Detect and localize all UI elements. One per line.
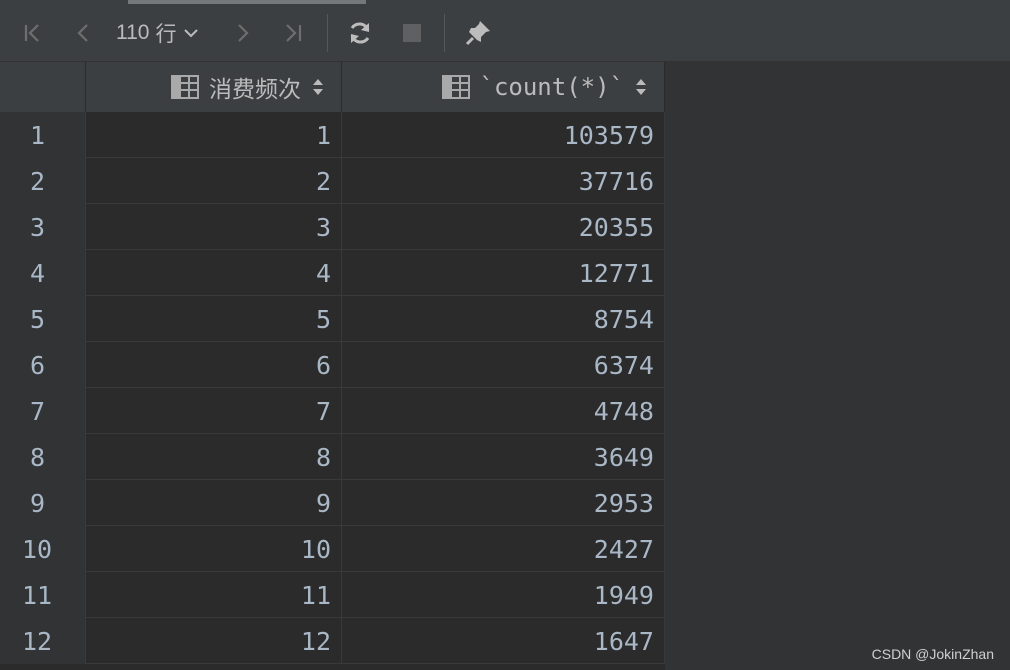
last-page-button[interactable]: [276, 14, 310, 52]
row-number: 2: [0, 158, 86, 204]
cell-count[interactable]: 1949: [342, 572, 665, 618]
sort-arrows-icon: [313, 79, 323, 95]
table-body: 1 1 103579 2 2 37716 3 3 20355 4 4 12771 5 5 8754 …: [0, 112, 665, 664]
refresh-button[interactable]: [342, 14, 378, 52]
table-row[interactable]: 9 9 2953: [0, 480, 665, 526]
cell-frequency[interactable]: 7: [86, 388, 342, 434]
cell-count[interactable]: 6374: [342, 342, 665, 388]
cell-count[interactable]: 2427: [342, 526, 665, 572]
sort-arrows-icon: [636, 79, 646, 95]
cell-count[interactable]: 12771: [342, 250, 665, 296]
column-header-count[interactable]: `count(*)`: [342, 62, 665, 112]
cell-count[interactable]: 3649: [342, 434, 665, 480]
row-count-unit: 行: [155, 23, 177, 46]
column-label: `count(*)`: [479, 73, 625, 101]
cell-frequency[interactable]: 4: [86, 250, 342, 296]
table-header: 消费频次 `count(*)`: [0, 62, 665, 112]
cell-count[interactable]: 20355: [342, 204, 665, 250]
cell-count[interactable]: 103579: [342, 112, 665, 158]
cell-frequency[interactable]: 3: [86, 204, 342, 250]
cell-frequency[interactable]: 8: [86, 434, 342, 480]
stop-button[interactable]: [396, 14, 428, 52]
cell-count[interactable]: 4748: [342, 388, 665, 434]
refresh-icon: [350, 22, 370, 44]
cell-frequency[interactable]: 11: [86, 572, 342, 618]
first-page-icon: [24, 24, 39, 42]
cell-count[interactable]: 2953: [342, 480, 665, 526]
chevron-down-icon: [184, 29, 199, 38]
cell-frequency[interactable]: 2: [86, 158, 342, 204]
first-page-button[interactable]: [16, 14, 48, 52]
prev-page-button[interactable]: [68, 14, 98, 52]
result-toolbar: 110 行: [0, 0, 1010, 62]
row-number: 3: [0, 204, 86, 250]
table-row[interactable]: 4 4 12771: [0, 250, 665, 296]
row-number: 5: [0, 296, 86, 342]
cell-count[interactable]: 37716: [342, 158, 665, 204]
cell-frequency[interactable]: 1: [86, 112, 342, 158]
cell-frequency[interactable]: 6: [86, 342, 342, 388]
cell-frequency[interactable]: 9: [86, 480, 342, 526]
cell-frequency[interactable]: 10: [86, 526, 342, 572]
last-page-icon: [286, 24, 302, 42]
table-row[interactable]: 5 5 8754: [0, 296, 665, 342]
column-header-frequency[interactable]: 消费频次: [86, 62, 342, 112]
table-row[interactable]: 12 12 1647: [0, 618, 665, 664]
toolbar-separator: [327, 14, 328, 52]
row-count-value: 110: [116, 21, 150, 44]
table-row[interactable]: 7 7 4748: [0, 388, 665, 434]
empty-area: [665, 62, 1010, 670]
cell-count[interactable]: 8754: [342, 296, 665, 342]
table-row[interactable]: 2 2 37716: [0, 158, 665, 204]
row-number: 1: [0, 112, 86, 158]
column-label: 消费频次: [209, 77, 301, 103]
table-row[interactable]: 8 8 3649: [0, 434, 665, 480]
row-number: 4: [0, 250, 86, 296]
table-column-icon: [171, 75, 199, 99]
active-tab-indicator: [128, 0, 366, 4]
table-row[interactable]: 10 10 2427: [0, 526, 665, 572]
row-number: 12: [0, 618, 86, 664]
table-row[interactable]: 3 3 20355: [0, 204, 665, 250]
row-number: 8: [0, 434, 86, 480]
row-number: 11: [0, 572, 86, 618]
table-row[interactable]: 11 11 1949: [0, 572, 665, 618]
watermark: CSDN @JokinZhan: [871, 646, 994, 662]
row-number: 6: [0, 342, 86, 388]
table-column-icon: [441, 75, 470, 99]
cell-frequency[interactable]: 12: [86, 618, 342, 664]
pin-icon: [465, 21, 490, 46]
cell-count[interactable]: 1647: [342, 618, 665, 664]
row-number: 7: [0, 388, 86, 434]
row-number: 9: [0, 480, 86, 526]
prev-page-icon: [77, 24, 88, 42]
row-count-dropdown[interactable]: 110 行: [116, 14, 200, 52]
header-corner: [0, 62, 86, 112]
table-row[interactable]: 6 6 6374: [0, 342, 665, 388]
toolbar-separator: [444, 14, 445, 52]
table-row[interactable]: 1 1 103579: [0, 112, 665, 158]
row-number: 10: [0, 526, 86, 572]
next-page-icon: [238, 24, 249, 42]
next-page-button[interactable]: [228, 14, 258, 52]
pin-tab-button[interactable]: [458, 14, 498, 52]
cell-frequency[interactable]: 5: [86, 296, 342, 342]
stop-icon: [403, 24, 421, 42]
